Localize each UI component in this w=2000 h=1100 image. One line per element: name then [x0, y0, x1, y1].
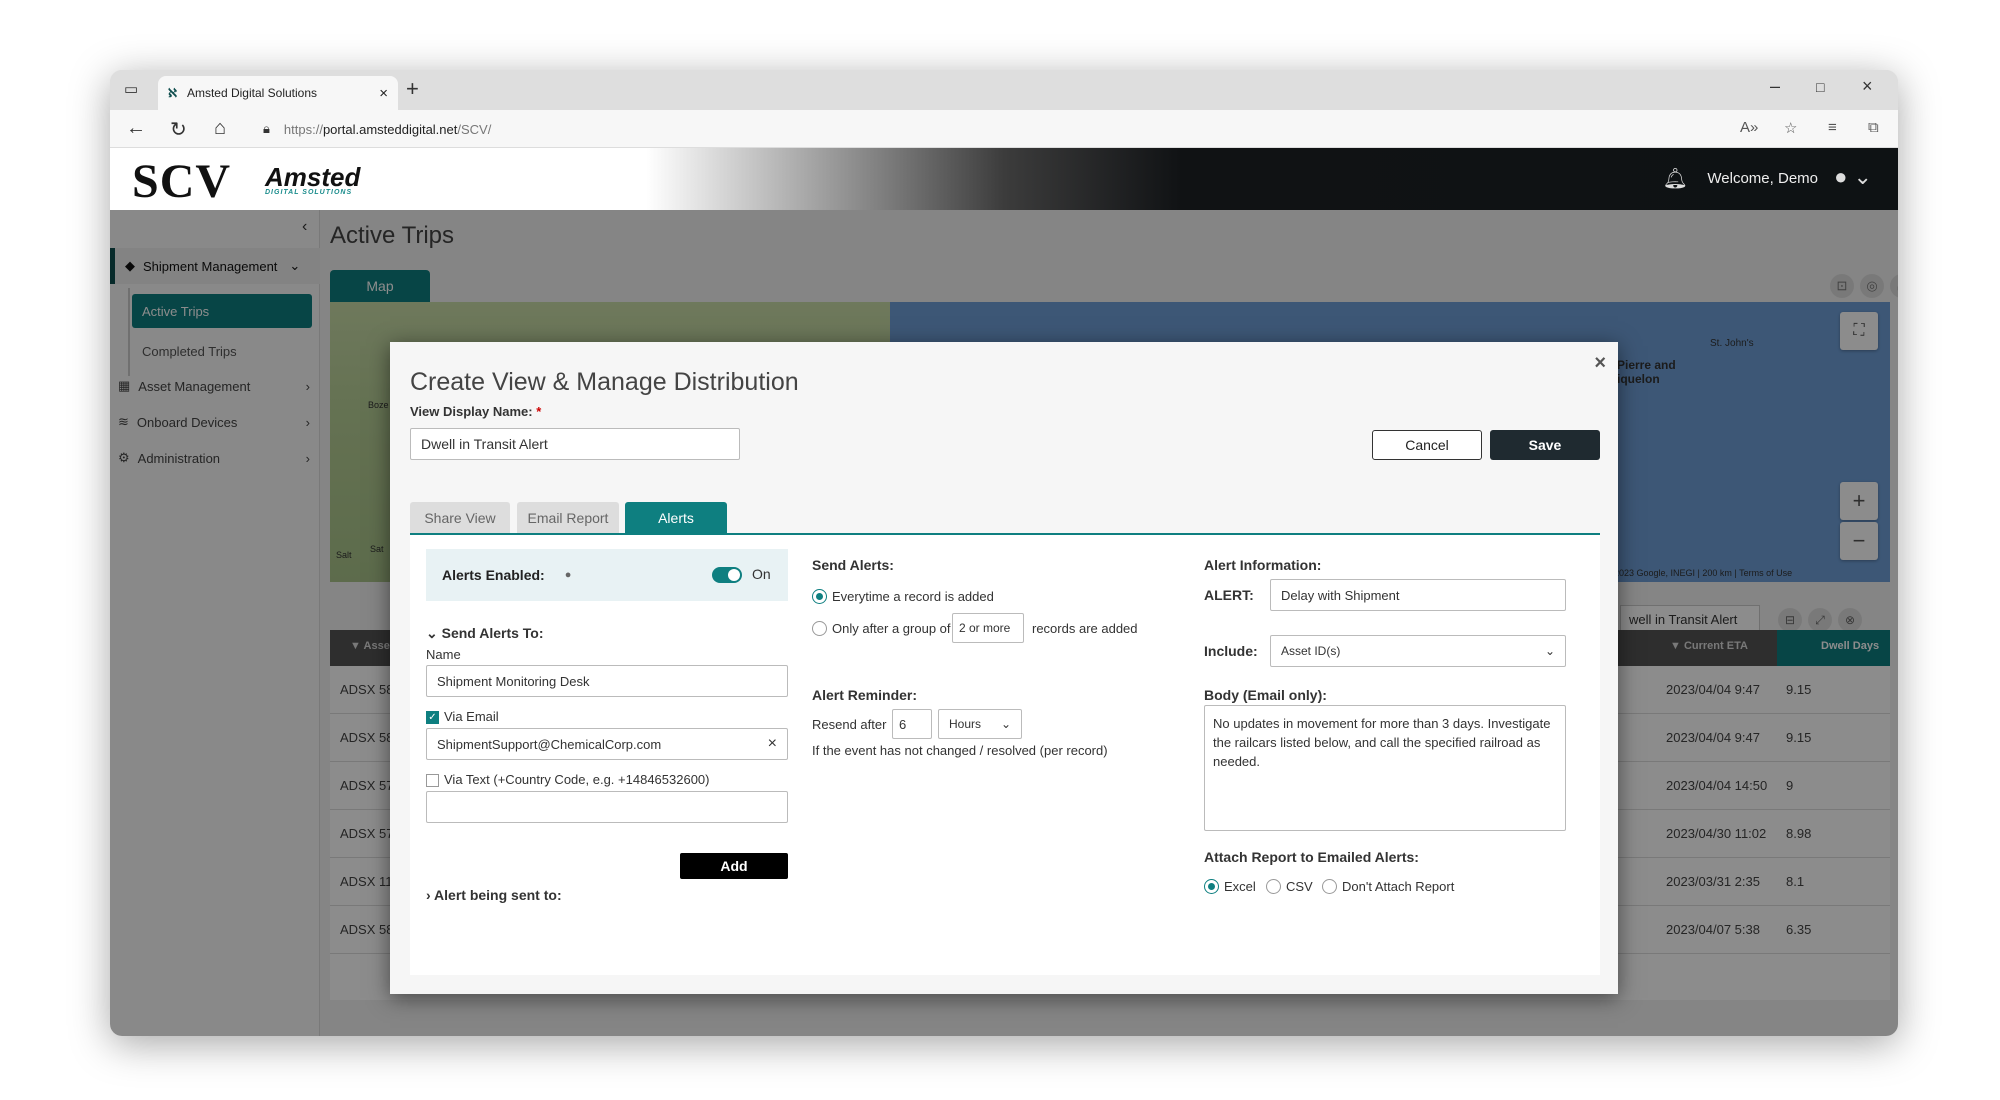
include-label: Include:	[1204, 643, 1258, 659]
create-view-modal: × Create View & Manage Distribution View…	[390, 342, 1618, 994]
sidebar-toggle-icon[interactable]: ▭	[124, 80, 138, 98]
address-bar-row: ← ↻ ⌂ 🔒︎ https://portal.amsteddigital.ne…	[110, 110, 1898, 148]
help-icon[interactable]: ●	[565, 569, 572, 581]
via-text-checkbox[interactable]	[426, 774, 439, 787]
close-tab-icon[interactable]: ×	[379, 85, 388, 102]
minimize-icon[interactable]: –	[1770, 76, 1780, 97]
via-text-label: Via Text (+Country Code, e.g. +148465326…	[444, 772, 710, 787]
clear-icon[interactable]: ×	[768, 735, 777, 753]
chevron-right-icon: ›	[426, 887, 431, 903]
favorite-add-icon[interactable]: ☆	[1784, 119, 1797, 137]
tab-email-report[interactable]: Email Report	[517, 502, 619, 534]
email-value: ShipmentSupport@ChemicalCorp.com	[437, 736, 662, 752]
alerts-toggle[interactable]	[712, 567, 742, 583]
phone-field[interactable]	[426, 791, 788, 823]
resend-value-input[interactable]: 6	[892, 709, 932, 739]
favicon-icon: ℵ	[168, 86, 177, 100]
via-email-label: Via Email	[444, 709, 499, 724]
body-label: Body (Email only):	[1204, 687, 1327, 703]
opt-group-label: Only after a group of	[832, 621, 951, 636]
excel-label: Excel	[1224, 879, 1256, 894]
collections-icon[interactable]: ⧉	[1868, 119, 1879, 136]
url-path: /SCV/	[457, 121, 492, 137]
close-window-icon[interactable]: ×	[1862, 76, 1873, 97]
alerts-panel: Alerts Enabled: ● On ⌄ Send Alerts To: N…	[410, 535, 1600, 975]
chevron-down-icon: ⌄	[426, 625, 438, 641]
recipient-name-input[interactable]: Shipment Monitoring Desk	[426, 665, 788, 697]
radio-everytime[interactable]	[812, 589, 827, 604]
new-tab-icon[interactable]: +	[406, 76, 419, 102]
user-menu-icon[interactable]: ● ⌄	[1834, 164, 1872, 190]
include-value: Asset ID(s)	[1281, 644, 1341, 658]
resend-unit-select[interactable]: Hours ⌄	[938, 709, 1022, 739]
bell-icon[interactable]: 🔔︎	[1663, 166, 1688, 191]
add-button[interactable]: Add	[680, 853, 788, 879]
alerts-enabled-box: Alerts Enabled: ● On	[426, 549, 788, 601]
resend-unit-value: Hours	[949, 717, 982, 731]
close-icon[interactable]: ×	[1594, 352, 1606, 375]
body-textarea[interactable]: No updates in movement for more than 3 d…	[1204, 705, 1566, 831]
alerts-enabled-label: Alerts Enabled:	[442, 567, 545, 583]
email-field[interactable]: ShipmentSupport@ChemicalCorp.com ×	[426, 728, 788, 760]
radio-excel[interactable]	[1204, 879, 1219, 894]
view-name-input[interactable]: Dwell in Transit Alert	[410, 428, 740, 460]
reminder-label: Alert Reminder:	[812, 687, 918, 703]
reminder-note: If the event has not changed / resolved …	[812, 743, 1108, 758]
chevron-down-icon: ⌄	[1000, 717, 1011, 731]
home-icon[interactable]: ⌂	[214, 117, 226, 140]
favorites-icon[interactable]: ≡	[1828, 119, 1837, 136]
group-size-select[interactable]: 2 or more	[952, 613, 1024, 643]
modal-title: Create View & Manage Distribution	[410, 368, 799, 396]
radio-dont-attach[interactable]	[1322, 879, 1337, 894]
welcome-text: Welcome, Demo	[1707, 170, 1818, 187]
opt-everytime-label: Everytime a record is added	[832, 589, 994, 604]
read-aloud-icon[interactable]: A»	[1740, 119, 1758, 136]
amsted-logo: Amsted DIGITAL SOLUTIONS	[265, 162, 361, 196]
radio-group[interactable]	[812, 621, 827, 636]
app-header: SCV Amsted DIGITAL SOLUTIONS 🔔︎ Welcome, …	[110, 148, 1898, 210]
csv-label: CSV	[1286, 879, 1313, 894]
via-email-checkbox[interactable]: ✓	[426, 711, 439, 724]
send-alerts-to-header[interactable]: ⌄ Send Alerts To:	[426, 625, 544, 642]
radio-csv[interactable]	[1266, 879, 1281, 894]
alert-input[interactable]: Delay with Shipment	[1270, 579, 1566, 611]
save-button[interactable]: Save	[1490, 430, 1600, 460]
back-icon[interactable]: ←	[126, 117, 146, 140]
view-name-label: View Display Name: *	[410, 404, 542, 419]
toggle-state: On	[752, 566, 771, 582]
alert-label: ALERT:	[1204, 587, 1254, 603]
required-mark: *	[536, 404, 542, 419]
tab-share-view[interactable]: Share View	[410, 502, 510, 534]
tab-title: Amsted Digital Solutions	[186, 86, 318, 100]
cancel-button[interactable]: Cancel	[1372, 430, 1482, 460]
opt-group-post-label: records are added	[1032, 621, 1138, 636]
browser-tab[interactable]: ℵ Amsted Digital Solutions ×	[158, 76, 398, 110]
alert-being-sent-header[interactable]: › Alert being sent to:	[426, 887, 562, 903]
tab-alerts[interactable]: Alerts	[625, 502, 727, 534]
dont-attach-label: Don't Attach Report	[1342, 879, 1455, 894]
refresh-icon[interactable]: ↻	[170, 117, 187, 142]
scv-logo: SCV	[132, 155, 232, 208]
chevron-down-icon: ⌄	[1544, 644, 1555, 658]
url-prefix: https://	[283, 121, 323, 137]
lock-icon: 🔒︎	[263, 121, 270, 136]
name-label: Name	[426, 647, 461, 662]
include-select[interactable]: Asset ID(s) ⌄	[1270, 635, 1566, 667]
url-host: portal.amsteddigital.net	[322, 121, 458, 137]
attach-label: Attach Report to Emailed Alerts:	[1204, 849, 1419, 865]
maximize-icon[interactable]: □	[1816, 79, 1824, 95]
resend-after-label: Resend after	[812, 717, 887, 732]
url-field[interactable]: 🔒︎ https://portal.amsteddigital.net/SCV/	[255, 116, 1525, 142]
send-alerts-label: Send Alerts:	[812, 557, 894, 573]
tab-strip: ▭ ℵ Amsted Digital Solutions × + – □ ×	[110, 70, 1898, 110]
alert-info-label: Alert Information:	[1204, 557, 1322, 573]
